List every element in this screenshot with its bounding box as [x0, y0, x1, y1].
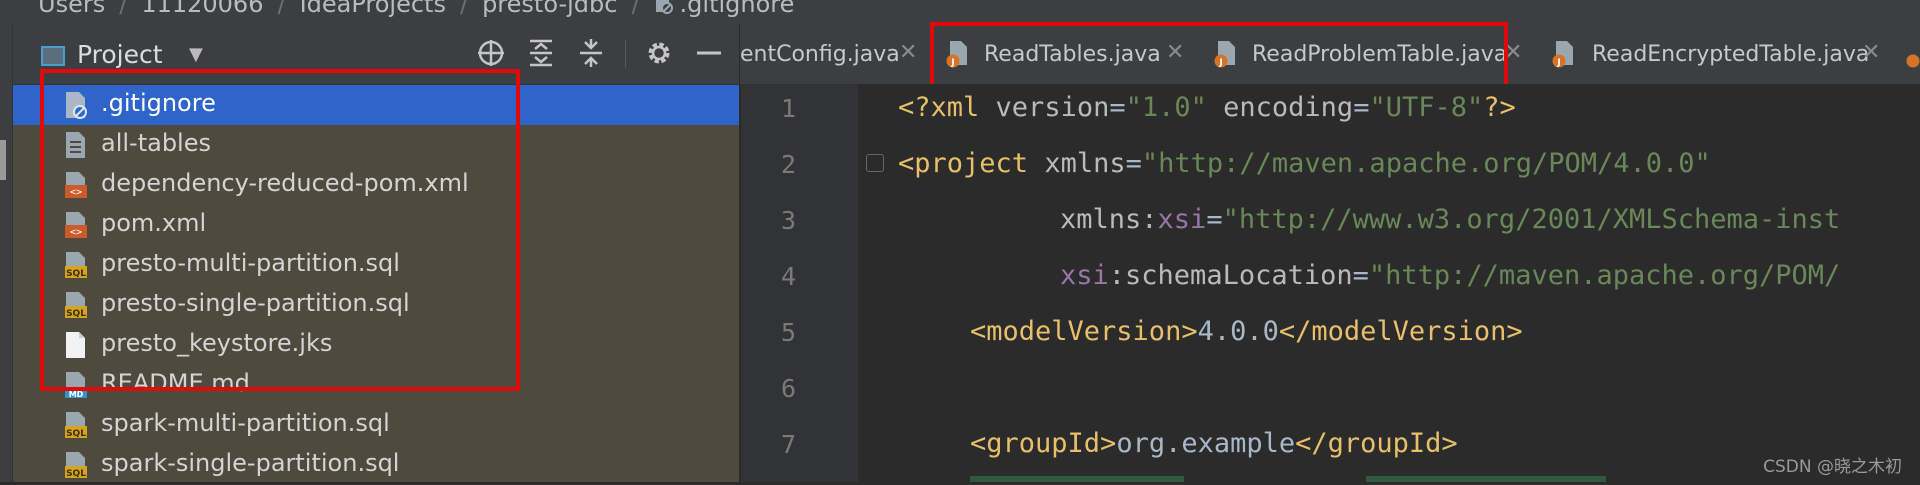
sql-file-icon: SQL — [65, 412, 87, 439]
file-tree-item-spark-multi-partition[interactable]: SQL spark-multi-partition.sql — [13, 405, 739, 445]
code-token: "http://www.w3.org/2001/XMLSchema-inst — [1222, 204, 1841, 235]
file-name: spark-single-partition.sql — [101, 449, 400, 477]
watermark: CSDN @晓之木初 — [1763, 457, 1902, 477]
close-icon[interactable]: ✕ — [899, 40, 917, 65]
header-divider — [625, 40, 626, 68]
code-token: xsi — [1157, 204, 1207, 235]
code-line-1: <?xml version="1.0" encoding="UTF-8"?> — [898, 92, 1516, 123]
fold-toggle-icon[interactable] — [866, 154, 884, 172]
code-line-4: xsi:schemaLocation="http://maven.apache.… — [1060, 260, 1840, 291]
collapse-all-icon[interactable] — [573, 38, 609, 70]
locate-icon[interactable] — [473, 38, 509, 70]
code-token: xmlns — [1060, 204, 1142, 235]
code-token: :schemaLocation — [1108, 260, 1353, 291]
line-number: 1 — [781, 94, 797, 123]
code-token: "UTF-8" — [1369, 92, 1484, 123]
svg-text:J: J — [1556, 58, 1560, 68]
svg-text:MD: MD — [69, 390, 84, 399]
java-class-icon: J — [1552, 41, 1573, 68]
tab-label: ReadEncryptedTable.java — [1592, 42, 1870, 67]
breadcrumb-item[interactable]: IdeaProjects — [300, 0, 446, 18]
code-token: <groupId> — [970, 428, 1117, 459]
gear-icon[interactable] — [641, 38, 677, 70]
minimize-icon[interactable] — [691, 38, 727, 70]
highlight-marker — [1366, 476, 1606, 482]
code-token: <?xml — [898, 92, 996, 123]
line-number: 4 — [781, 262, 797, 291]
tab-label: entConfig.java — [740, 42, 900, 67]
project-icon — [41, 46, 65, 66]
line-number: 7 — [781, 430, 797, 459]
line-number: 2 — [781, 150, 797, 179]
code-token: "http://maven.apache.org/POM/ — [1368, 260, 1841, 291]
code-line-2: <project xmlns="http://maven.apache.org/… — [898, 148, 1711, 179]
code-token: org.example — [1116, 428, 1296, 459]
code-editor[interactable]: <?xml version="1.0" encoding="UTF-8"?> <… — [858, 84, 1920, 482]
line-number: 5 — [781, 318, 797, 347]
tab-overflow[interactable] — [1904, 24, 1920, 84]
line-number-gutter: 1 2 3 4 5 6 7 — [740, 84, 859, 482]
code-token: encoding — [1206, 92, 1354, 123]
breadcrumb-item[interactable]: Users — [38, 0, 105, 18]
code-token: = — [1352, 260, 1369, 291]
tab-readencryptedtable[interactable]: J ReadEncryptedTable.java ✕ — [1552, 24, 1892, 84]
breadcrumb-item[interactable]: .gitignore — [680, 0, 795, 18]
code-token: "1.0" — [1125, 92, 1207, 123]
chevron-down-icon[interactable]: ▼ — [189, 44, 203, 65]
code-line-5: <modelVersion>4.0.0</modelVersion> — [970, 316, 1523, 347]
svg-text:SQL: SQL — [66, 429, 86, 439]
svg-text:SQL: SQL — [66, 469, 86, 479]
code-token: = — [1353, 92, 1370, 123]
code-token: : — [1141, 204, 1158, 235]
tab-entconfig[interactable]: entConfig.java ✕ — [740, 24, 917, 84]
breadcrumb-separator: / — [459, 0, 469, 18]
breadcrumb-item[interactable]: 11120066 — [141, 0, 263, 18]
code-token: <project — [898, 148, 1045, 179]
line-number: 3 — [781, 206, 797, 235]
highlight-marker — [970, 476, 1184, 482]
code-token: = — [1109, 92, 1126, 123]
code-token: "http://maven.apache.org/POM/4.0.0" — [1141, 148, 1711, 179]
expand-all-icon[interactable] — [523, 38, 559, 70]
code-token: <modelVersion> — [970, 316, 1198, 347]
code-token: xmlns — [1044, 148, 1126, 179]
code-token: xsi — [1060, 260, 1109, 291]
breadcrumb-separator: / — [277, 0, 286, 18]
close-icon[interactable]: ✕ — [1862, 40, 1880, 65]
java-class-icon — [1906, 54, 1920, 68]
tool-window-stripe — [0, 24, 13, 482]
code-token: version — [995, 92, 1110, 123]
breadcrumb-separator: / — [119, 0, 128, 18]
code-token: = — [1206, 204, 1223, 235]
breadcrumb: Users / 11120066 / IdeaProjects / presto-jdbc /… — [0, 0, 1920, 24]
code-token: = — [1125, 148, 1142, 179]
breadcrumb-item[interactable]: presto-jdbc — [482, 0, 617, 18]
code-token: ?> — [1483, 92, 1516, 123]
project-panel-title[interactable]: Project — [77, 40, 163, 69]
code-line-7: <groupId>org.example</groupId> — [970, 428, 1458, 459]
line-number: 6 — [781, 374, 797, 403]
code-token: 4.0.0 — [1197, 316, 1279, 347]
gitignore-file-icon — [655, 0, 673, 14]
highlight-box-file-list — [40, 69, 520, 391]
code-token: </groupId> — [1295, 428, 1458, 459]
file-name: spark-multi-partition.sql — [101, 409, 390, 437]
sql-file-icon: SQL — [65, 452, 87, 479]
breadcrumb-separator: / — [631, 0, 640, 18]
code-line-3: xmlns:xsi="http://www.w3.org/2001/XMLSch… — [1060, 204, 1840, 235]
code-token: </modelVersion> — [1278, 316, 1523, 347]
project-stripe-button[interactable] — [0, 140, 6, 180]
file-tree-item-spark-single-partition[interactable]: SQL spark-single-partition.sql — [13, 445, 739, 485]
